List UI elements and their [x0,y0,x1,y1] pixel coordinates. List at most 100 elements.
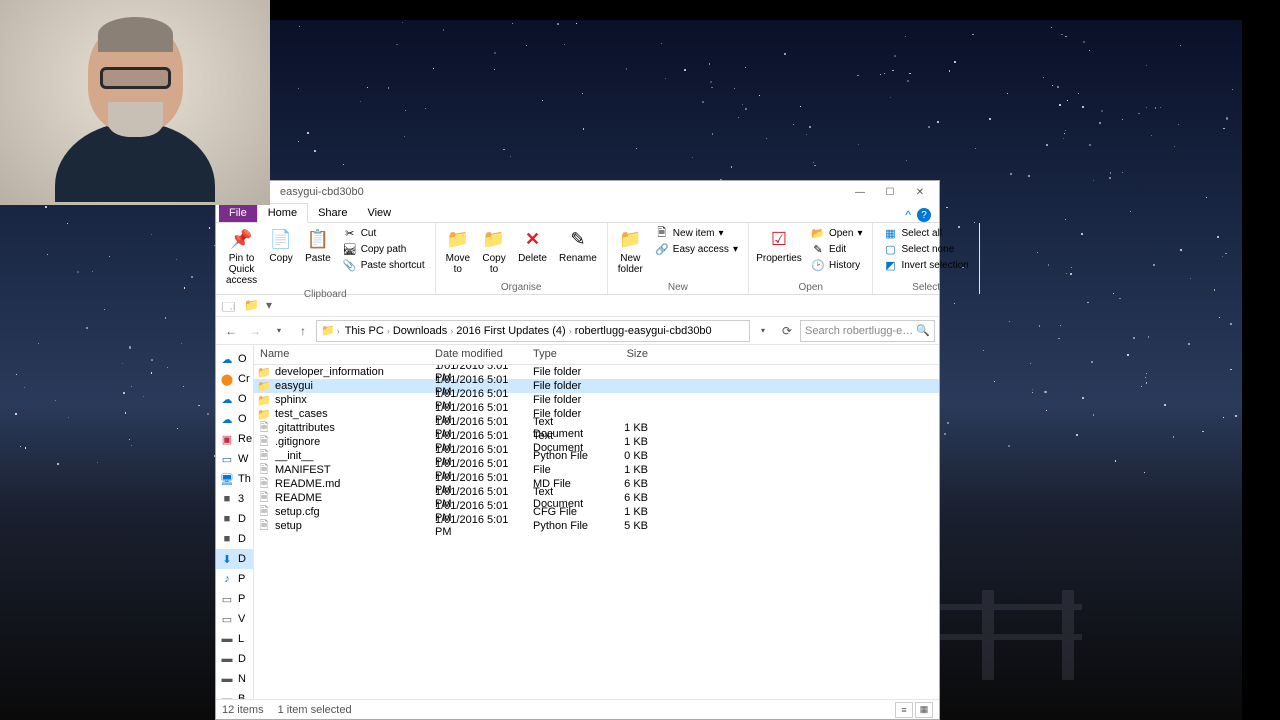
navbar: ← → ▾ ↑ 📁 › This PC›Downloads›2016 First… [216,317,939,345]
rename-button[interactable]: ✎Rename [555,225,601,266]
tree-item[interactable]: ▭P [216,589,253,609]
select-none-button[interactable]: ▢Select none [879,241,972,257]
up-button[interactable]: ↑ [292,320,314,342]
tab-file[interactable]: File [219,204,257,222]
tree-item[interactable]: ▣Re [216,429,253,449]
cut-button[interactable]: ✂Cut [339,225,429,241]
breadcrumb-segment[interactable]: 2016 First Updates (4) [453,325,568,337]
ribbon-collapse-icon[interactable]: ^ [905,208,911,222]
paste-shortcut-button[interactable]: 📎Paste shortcut [339,257,429,273]
tree-item-label: L [238,633,244,645]
statusbar: 12 items 1 item selected ≡ ▦ [216,699,939,719]
tree-item[interactable]: ▬L [216,629,253,649]
history-button[interactable]: 🕑History [807,257,867,273]
back-button[interactable]: ← [220,320,242,342]
tree-item[interactable]: ⬇D [216,549,253,569]
open-icon: 📂 [811,226,825,240]
tree-item[interactable]: ▬B [216,689,253,699]
tree-item-label: Cr [238,373,250,385]
titlebar[interactable]: easygui-cbd30b0 — ☐ ✕ [216,181,939,203]
nav-tree[interactable]: ☁O⬤Cr☁O☁O▣Re▭W🖥Th■3■D■D⬇D♪P▭P▭V▬L▬D▬N▬B▬… [216,345,254,699]
edit-icon: ✎ [811,242,825,256]
tree-item[interactable]: ▭V [216,609,253,629]
minimize-button[interactable]: — [845,182,875,202]
easy-access-icon: 🔗 [655,242,669,256]
breadcrumb-segment[interactable]: robertlugg-easygui-cbd30b0 [572,325,715,337]
qat-folder-icon[interactable]: 📁 [244,298,260,314]
file-explorer-window: easygui-cbd30b0 — ☐ ✕ File Home Share Vi… [215,180,940,720]
invert-selection-button[interactable]: ◩Invert selection [879,257,972,273]
col-type-header[interactable]: Type [527,345,607,364]
maximize-button[interactable]: ☐ [875,182,905,202]
refresh-button[interactable]: ⟳ [776,320,798,342]
tree-item-label: O [238,353,247,365]
address-dropdown[interactable]: ▾ [752,320,774,342]
tab-home[interactable]: Home [257,203,308,223]
file-list: Name Date modified Type Size 📁developer_… [254,345,939,699]
col-date-header[interactable]: Date modified [429,345,527,364]
new-folder-button[interactable]: 📁New folder [614,225,647,277]
rename-icon: ✎ [566,227,590,251]
edit-button[interactable]: ✎Edit [807,241,867,257]
tree-item-icon: ▭ [220,452,234,466]
pin-icon: 📌 [230,227,254,251]
paste-icon: 📋 [306,227,330,251]
tree-item[interactable]: ■3 [216,489,253,509]
help-icon[interactable]: ? [917,208,931,222]
file-list-body[interactable]: 📁developer_information1/01/2016 5:01 PMF… [254,365,939,699]
select-all-button[interactable]: ▦Select all [879,225,972,241]
tree-item-label: W [238,453,248,465]
open-group-label: Open [755,281,867,294]
file-name: setup [275,520,302,532]
view-details-button[interactable]: ≡ [895,702,913,718]
search-input[interactable]: Search robertlugg-easygui-cb... 🔍 [800,320,935,342]
tree-item[interactable]: 🖥Th [216,469,253,489]
copy-button[interactable]: 📄 Copy [265,225,297,266]
select-all-icon: ▦ [883,226,897,240]
tree-item-label: V [238,613,245,625]
copy-to-icon: 📁 [482,227,506,251]
col-size-header[interactable]: Size [607,345,655,364]
new-item-button[interactable]: 🗎New item ▾ [651,225,742,241]
breadcrumb-segment[interactable]: Downloads [390,325,450,337]
tab-share[interactable]: Share [308,204,357,222]
address-bar[interactable]: 📁 › This PC›Downloads›2016 First Updates… [316,320,750,342]
tree-item[interactable]: ■D [216,529,253,549]
forward-button[interactable]: → [244,320,266,342]
properties-button[interactable]: ☑Properties [755,225,803,266]
move-to-button[interactable]: 📁Move to [442,225,474,277]
tree-item[interactable]: ▭W [216,449,253,469]
tree-item[interactable]: ⬤ Cr [216,369,253,389]
open-button[interactable]: 📂Open ▾ [807,225,867,241]
col-name-header[interactable]: Name [254,345,429,364]
tree-item[interactable]: ▬D [216,649,253,669]
paste-button[interactable]: 📋 Paste [301,225,335,266]
tree-item-icon: ⬤ [220,372,234,386]
quick-access-toolbar: 🗔 📁 ▾ [216,295,939,317]
tree-item[interactable]: ■D [216,509,253,529]
webcam-overlay [0,0,270,205]
qat-dropdown-icon[interactable]: ▾ [266,298,282,314]
delete-icon: ✕ [521,227,545,251]
easy-access-button[interactable]: 🔗Easy access ▾ [651,241,742,257]
tree-item[interactable]: ☁O [216,349,253,369]
copy-path-button[interactable]: 🛤Copy path [339,241,429,257]
breadcrumb-segment[interactable]: This PC [342,325,387,337]
tab-view[interactable]: View [357,204,401,222]
tree-item[interactable]: ▬N [216,669,253,689]
view-large-button[interactable]: ▦ [915,702,933,718]
close-button[interactable]: ✕ [905,182,935,202]
tree-item-label: O [238,393,247,405]
file-size [607,383,655,389]
copy-to-button[interactable]: 📁Copy to [478,225,510,277]
tree-item-icon: ⬇ [220,552,234,566]
qat-explorer-icon[interactable]: 🗔 [222,298,238,314]
tree-item[interactable]: ☁O [216,389,253,409]
file-row[interactable]: 🗎setup1/01/2016 5:01 PMPython File5 KB [254,519,939,533]
tree-item[interactable]: ☁O [216,409,253,429]
delete-button[interactable]: ✕Delete [514,225,551,266]
tree-item[interactable]: ♪P [216,569,253,589]
recent-dropdown[interactable]: ▾ [268,320,290,342]
tree-item-label: N [238,673,246,685]
pin-quick-access-button[interactable]: 📌 Pin to Quick access [222,225,261,288]
